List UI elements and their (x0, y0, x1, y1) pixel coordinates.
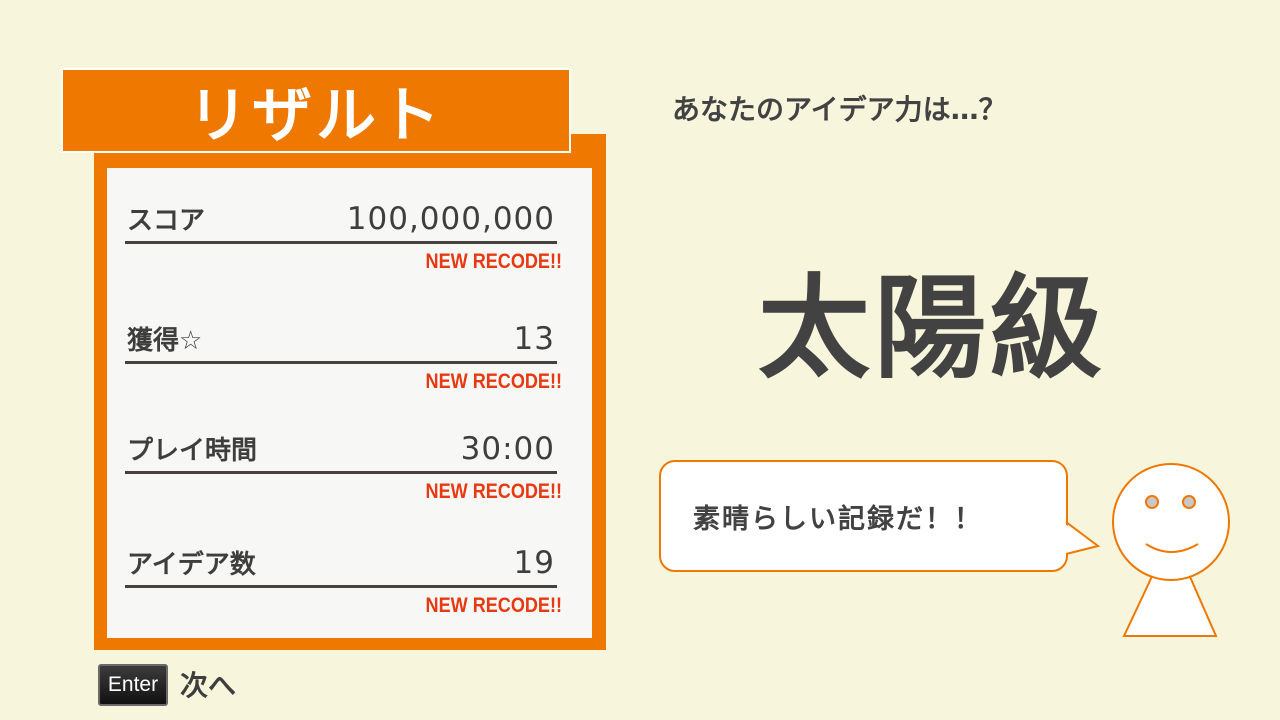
new-record-badge: NEW RECODE!! (425, 480, 562, 503)
result-row-head: プレイ時間 30:00 (125, 426, 557, 474)
enter-key-button[interactable]: Enter (98, 664, 168, 706)
play-time-value: 30:00 (460, 431, 555, 467)
result-row-head: スコア 100,000,000 (125, 196, 557, 244)
stars-value: 13 (513, 321, 555, 357)
new-record-badge: NEW RECODE!! (425, 250, 562, 273)
enter-key-label: Enter (107, 673, 159, 696)
new-record-badge: NEW RECODE!! (425, 370, 562, 393)
result-row-play-time: プレイ時間 30:00 NEW RECODE!! (125, 426, 562, 504)
smiley-character-icon (1112, 463, 1230, 637)
ideas-value: 19 (513, 545, 555, 581)
result-title: リザルト (188, 81, 444, 151)
stars-label: 獲得☆ (127, 326, 203, 356)
speech-text: 素晴らしい記録だ！！ (693, 503, 983, 535)
idea-question: あなたのアイデア力は…？ (672, 93, 1007, 126)
score-label: スコア (127, 206, 206, 236)
result-row-head: 獲得☆ 13 (125, 316, 557, 364)
result-list: スコア 100,000,000 NEW RECODE!! 獲得☆ 13 NEW … (107, 168, 592, 638)
result-row-stars: 獲得☆ 13 NEW RECODE!! (125, 316, 562, 394)
speech-bubble-tail (1062, 522, 1101, 555)
play-time-label: プレイ時間 (127, 436, 258, 466)
next-label[interactable]: 次へ (180, 664, 236, 704)
result-row-head: アイデア数 19 (125, 540, 557, 588)
new-record-badge: NEW RECODE!! (425, 594, 562, 617)
result-panel: スコア 100,000,000 NEW RECODE!! 獲得☆ 13 NEW … (94, 134, 606, 650)
rank-title: 太陽級 (758, 264, 1106, 394)
ideas-label: アイデア数 (127, 550, 256, 580)
score-value: 100,000,000 (346, 201, 555, 237)
result-title-banner: リザルト (61, 68, 571, 153)
speech-bubble: 素晴らしい記録だ！！ (659, 460, 1068, 572)
result-row-score: スコア 100,000,000 NEW RECODE!! (125, 196, 562, 274)
result-row-ideas: アイデア数 19 NEW RECODE!! (125, 540, 562, 618)
